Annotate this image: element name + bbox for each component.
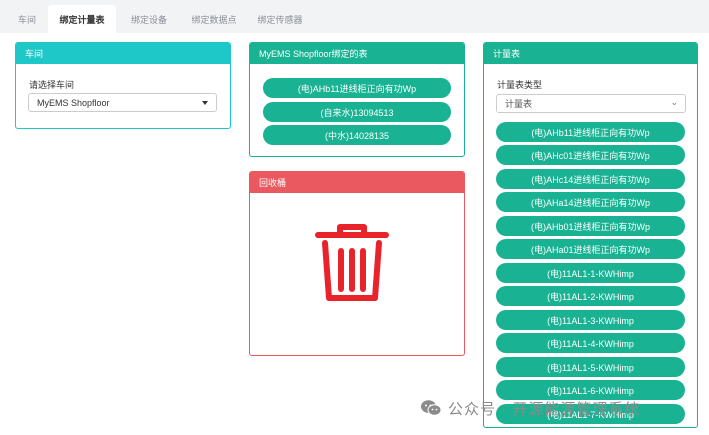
workshop-panel-title: 车间 [16, 43, 230, 64]
meter-list-item[interactable]: (电)AHb11进线柜正向有功Wp [496, 122, 685, 142]
meter-list-item[interactable]: (电)AHc14进线柜正向有功Wp [496, 169, 685, 189]
meter-list-item[interactable]: (电)11AL1-1-KWHimp [496, 263, 685, 283]
tab-bind-sensor[interactable]: 绑定传感器 [248, 5, 312, 33]
bound-meter-item[interactable]: (中水)14028135 [263, 125, 451, 145]
meter-list-item[interactable]: (电)11AL1-3-KWHimp [496, 310, 685, 330]
watermark: 公众号 · 开源能源管理系统 [420, 396, 640, 420]
tab-bind-equipment[interactable]: 绑定设备 [118, 5, 180, 33]
workshop-select-label: 请选择车间 [29, 80, 75, 90]
tab-bind-datapoint[interactable]: 绑定数据点 [182, 5, 246, 33]
tab-bind-meter[interactable]: 绑定计量表 [48, 5, 116, 33]
bound-meter-item[interactable]: (电)AHb11进线柜正向有功Wp [263, 78, 451, 98]
recycle-bin-title: 回收桶 [250, 172, 464, 193]
tab-workshop[interactable]: 车间 [8, 5, 46, 33]
meter-list-item[interactable]: (电)AHa14进线柜正向有功Wp [496, 192, 685, 212]
meter-list-item[interactable]: (电)AHa01进线柜正向有功Wp [496, 239, 685, 259]
meter-type-value: 计量表 [505, 99, 533, 109]
meter-type-label: 计量表类型 [497, 80, 543, 90]
bound-meter-item[interactable]: (自来水)13094513 [263, 102, 451, 122]
caret-down-icon [202, 101, 208, 105]
workshop-select[interactable]: MyEMS Shopfloor [28, 93, 217, 112]
watermark-text: 公众号 · 开源能源管理系统 [448, 400, 641, 418]
chevron-down-icon: ⌄ [670, 97, 678, 107]
meter-list-item[interactable]: (电)11AL1-4-KWHimp [496, 333, 685, 353]
meter-list-item[interactable]: (电)11AL1-2-KWHimp [496, 286, 685, 306]
wechat-icon [421, 400, 442, 416]
workshop-select-value: MyEMS Shopfloor [37, 97, 110, 108]
meter-list-item[interactable]: (电)AHc01进线柜正向有功Wp [496, 145, 685, 165]
trash-icon [315, 224, 389, 301]
meter-type-select[interactable]: 计量表 ⌄ [496, 94, 686, 113]
meter-list-title: 计量表 [484, 43, 697, 64]
meter-list-item[interactable]: (电)11AL1-5-KWHimp [496, 357, 685, 377]
tab-bar: 车间 绑定计量表 绑定设备 绑定数据点 绑定传感器 [0, 0, 709, 33]
bound-meters-title: MyEMS Shopfloor绑定的表 [250, 43, 464, 64]
meter-list-item[interactable]: (电)AHb01进线柜正向有功Wp [496, 216, 685, 236]
